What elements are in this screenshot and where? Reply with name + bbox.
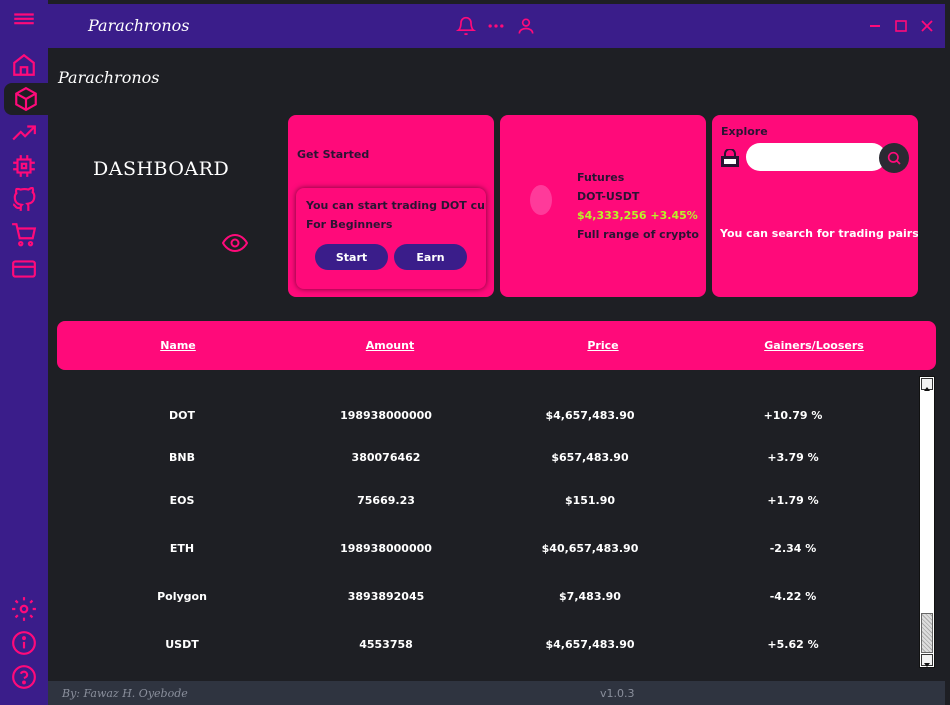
maximize-icon[interactable] xyxy=(891,16,911,36)
table-row[interactable]: ETH 198938000000 $40,657,483.90 -2.34 % xyxy=(57,542,917,562)
table-row[interactable]: USDT 4553758 $4,657,483.90 +5.62 % xyxy=(57,638,917,658)
cell-name: EOS xyxy=(169,494,195,507)
search-button[interactable] xyxy=(879,143,909,173)
explore-description: You can search for trading pairs and mor… xyxy=(720,227,918,240)
cell-change: +3.79 % xyxy=(767,451,819,464)
cell-change: +10.79 % xyxy=(763,409,823,422)
settings-icon[interactable] xyxy=(6,594,42,624)
beginners-label: For Beginners xyxy=(306,218,393,231)
explore-card: Explore You can search for trading pairs… xyxy=(712,115,918,297)
cell-name: ETH xyxy=(169,542,195,555)
table-row[interactable]: DOT 198938000000 $4,657,483.90 +10.79 % xyxy=(57,409,917,429)
futures-pair: DOT-USDT xyxy=(577,190,640,203)
start-button[interactable]: Start xyxy=(315,244,388,270)
cell-name: DOT xyxy=(169,409,195,422)
table-scrollbar[interactable] xyxy=(919,376,935,668)
trending-up-icon[interactable] xyxy=(6,118,42,148)
cell-amount: 4553758 xyxy=(359,638,413,651)
column-header-name[interactable]: Name xyxy=(160,339,196,352)
cell-price: $40,657,483.90 xyxy=(541,542,639,555)
explore-heading: Explore xyxy=(721,125,768,138)
cell-change: +1.79 % xyxy=(767,494,819,507)
get-started-heading: Get Started xyxy=(297,148,370,161)
cell-name: Polygon xyxy=(157,590,207,603)
cell-amount: 198938000000 xyxy=(340,542,432,555)
cube-icon[interactable] xyxy=(4,83,48,115)
cell-price: $151.90 xyxy=(564,494,616,507)
chip-icon[interactable] xyxy=(6,151,42,181)
crypto-table: DOT 198938000000 $4,657,483.90 +10.79 % … xyxy=(57,374,936,668)
table-row[interactable]: BNB 380076462 $657,483.90 +3.79 % xyxy=(57,451,917,471)
cell-change: -4.22 % xyxy=(769,590,817,603)
bell-icon[interactable] xyxy=(455,15,477,37)
lock-icon xyxy=(720,148,740,167)
footer: By: Fawaz H. Oyebode v1.0.3 xyxy=(48,681,945,705)
credit-card-icon[interactable] xyxy=(6,254,42,284)
column-header-gainers-loosers[interactable]: Gainers/Loosers xyxy=(764,339,864,352)
cell-amount: 3893892045 xyxy=(347,590,425,603)
beginner-panel: You can start trading DOT currency For B… xyxy=(296,188,486,289)
home-icon[interactable] xyxy=(6,50,42,80)
cell-price: $4,657,483.90 xyxy=(545,638,635,651)
more-icon[interactable] xyxy=(485,15,507,37)
cell-change: +5.62 % xyxy=(767,638,819,651)
futures-card[interactable]: Futures DOT-USDT $4,333,256 +3.45% Full … xyxy=(500,115,706,297)
get-started-card: Get Started You can start trading DOT cu… xyxy=(288,115,494,297)
table-row[interactable]: Polygon 3893892045 $7,483.90 -4.22 % xyxy=(57,590,917,610)
futures-price: $4,333,256 +3.45% xyxy=(577,209,698,222)
futures-description: Full range of crypto xyxy=(577,228,699,241)
cell-amount: 380076462 xyxy=(351,451,421,464)
futures-heading: Futures xyxy=(577,171,625,184)
info-icon[interactable] xyxy=(6,628,42,658)
explore-search-input[interactable] xyxy=(746,143,886,171)
eye-icon[interactable] xyxy=(221,233,249,253)
cart-icon[interactable] xyxy=(6,220,42,250)
footer-version: v1.0.3 xyxy=(600,687,635,700)
cell-price: $4,657,483.90 xyxy=(545,409,635,422)
table-header: Name Amount Price Gainers/Loosers xyxy=(57,321,936,370)
cell-amount: 75669.23 xyxy=(357,494,415,507)
cell-name: USDT xyxy=(165,638,199,651)
cell-name: BNB xyxy=(169,451,195,464)
menu-icon[interactable] xyxy=(6,6,42,36)
title-bar[interactable]: Parachronos xyxy=(48,4,945,48)
start-trading-message: You can start trading DOT currency xyxy=(306,199,486,212)
minimize-icon[interactable] xyxy=(865,16,885,36)
column-header-amount[interactable]: Amount xyxy=(366,339,414,352)
scroll-up-arrow-icon[interactable] xyxy=(921,378,933,391)
sidebar xyxy=(0,0,48,705)
cell-price: $657,483.90 xyxy=(551,451,629,464)
cell-price: $7,483.90 xyxy=(559,590,621,603)
github-icon[interactable] xyxy=(6,185,42,215)
column-header-price[interactable]: Price xyxy=(587,339,618,352)
futures-graphic xyxy=(530,185,552,215)
cell-amount: 198938000000 xyxy=(340,409,432,422)
footer-author: By: Fawaz H. Oyebode xyxy=(62,687,188,700)
scroll-thumb[interactable] xyxy=(921,613,933,653)
earn-button[interactable]: Earn xyxy=(394,244,467,270)
search-icon xyxy=(887,151,901,165)
cell-change: -2.34 % xyxy=(769,542,817,555)
main-content: Parachronos DASHBOARD Get Started You ca… xyxy=(48,48,945,681)
app-title: Parachronos xyxy=(88,16,190,35)
table-row[interactable]: EOS 75669.23 $151.90 +1.79 % xyxy=(57,494,917,514)
help-icon[interactable] xyxy=(6,662,42,692)
dashboard-label: DASHBOARD xyxy=(93,158,230,180)
user-icon[interactable] xyxy=(515,15,537,37)
page-title: Parachronos xyxy=(58,68,160,87)
close-icon[interactable] xyxy=(917,16,937,36)
scroll-down-arrow-icon[interactable] xyxy=(921,654,933,667)
